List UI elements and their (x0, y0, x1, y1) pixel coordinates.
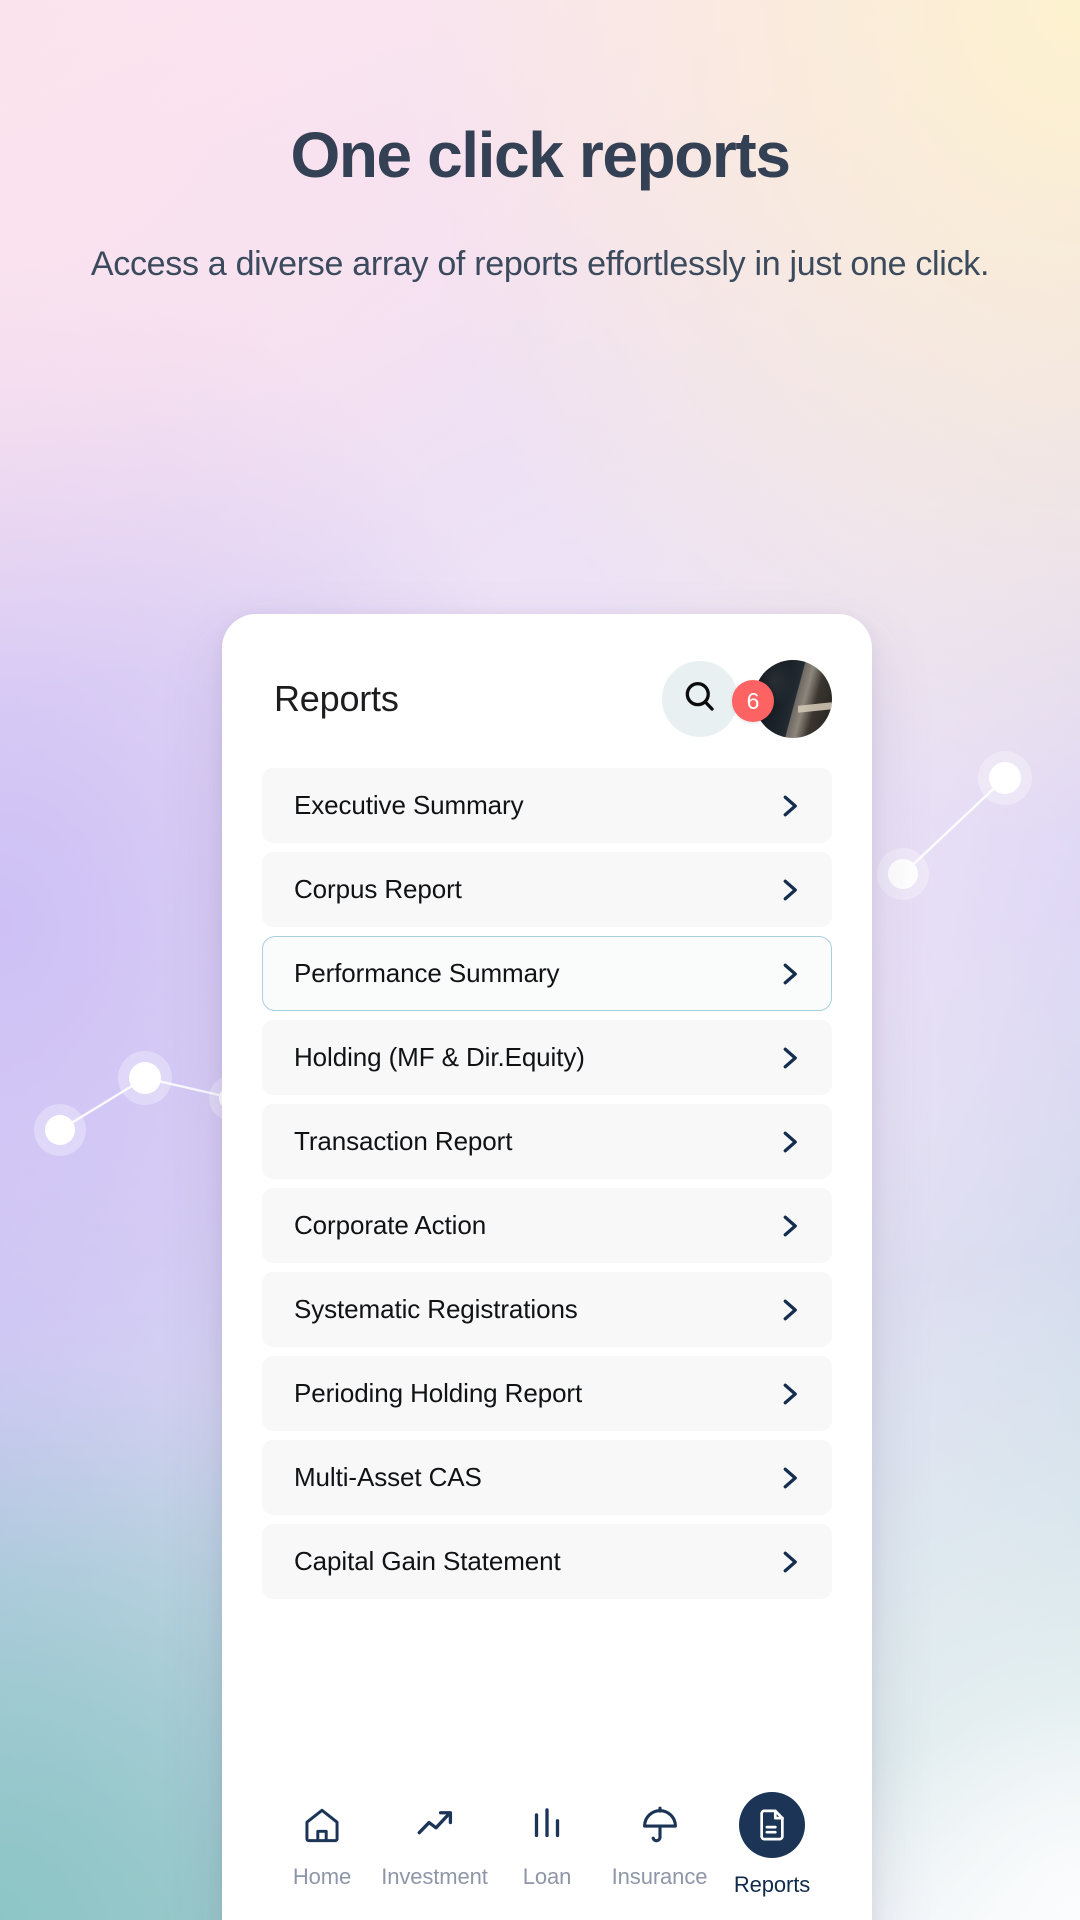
network-node (129, 1062, 161, 1094)
network-node (45, 1115, 75, 1145)
report-row-label: Transaction Report (294, 1126, 513, 1156)
chevron-right-icon[interactable] (774, 1379, 804, 1409)
phone-mockup: Reports 6 Executive Summary Corpus Report… (222, 614, 872, 1920)
hero-section: One click reports Access a diverse array… (0, 120, 1080, 289)
nav-item-label: Insurance (611, 1864, 708, 1889)
report-row[interactable]: Multi-Asset CAS (262, 1440, 832, 1515)
chevron-right-icon[interactable] (774, 1127, 804, 1157)
network-node (888, 859, 918, 889)
nav-item-investment[interactable]: Investment (381, 1800, 489, 1890)
page-subtitle: Access a diverse array of reports effort… (90, 245, 990, 284)
nav-item-reports[interactable]: Reports (718, 1792, 826, 1898)
report-row-label: Systematic Registrations (294, 1294, 578, 1324)
report-row-label: Capital Gain Statement (294, 1546, 561, 1576)
network-line (902, 777, 1006, 875)
nav-item-label: Reports (733, 1872, 811, 1897)
chevron-right-icon[interactable] (774, 1295, 804, 1325)
nav-item-label: Loan (522, 1864, 572, 1889)
network-node (989, 762, 1021, 794)
report-row[interactable]: Transaction Report (262, 1104, 832, 1179)
report-row-label: Multi-Asset CAS (294, 1462, 482, 1492)
umbrella-icon (639, 1800, 681, 1850)
report-row[interactable]: Perioding Holding Report (262, 1356, 832, 1431)
report-row-label: Corpus Report (294, 874, 462, 904)
report-row[interactable]: Corporate Action (262, 1188, 832, 1263)
network-node-glow (118, 1051, 172, 1105)
nav-item-label: Home (292, 1864, 352, 1889)
bar-chart-icon (526, 1800, 568, 1850)
report-row[interactable]: Systematic Registrations (262, 1272, 832, 1347)
chevron-right-icon[interactable] (774, 959, 804, 989)
report-row[interactable]: Capital Gain Statement (262, 1524, 832, 1599)
screen-title: Reports (274, 678, 399, 719)
trending-up-icon (414, 1800, 456, 1850)
report-row-label: Corporate Action (294, 1210, 487, 1240)
report-row[interactable]: Corpus Report (262, 852, 832, 927)
page-title: One click reports (290, 119, 790, 191)
search-icon (681, 678, 719, 721)
chevron-right-icon[interactable] (774, 1211, 804, 1241)
bottom-navigation: Home Investment Loan Insurance Reports (222, 1772, 872, 1920)
report-row[interactable]: Performance Summary (262, 936, 832, 1011)
nav-item-insurance[interactable]: Insurance (606, 1800, 714, 1890)
report-row[interactable]: Executive Summary (262, 768, 832, 843)
network-node-glow (978, 751, 1032, 805)
promo-screenshot: One click reports Access a diverse array… (0, 0, 1080, 1920)
report-row-label: Perioding Holding Report (294, 1378, 583, 1408)
notification-badge[interactable]: 6 (732, 680, 774, 722)
report-row-label: Holding (MF & Dir.Equity) (294, 1042, 585, 1072)
nav-item-home[interactable]: Home (268, 1800, 376, 1890)
chevron-right-icon[interactable] (774, 1547, 804, 1577)
chevron-right-icon[interactable] (774, 1463, 804, 1493)
document-icon (739, 1792, 805, 1858)
nav-item-label: Investment (381, 1864, 488, 1889)
report-row-label: Performance Summary (294, 958, 560, 988)
home-icon (301, 1800, 343, 1850)
reports-list: Executive Summary Corpus Report Performanc… (222, 768, 872, 1772)
profile-avatar-button[interactable]: 6 (732, 660, 832, 738)
network-line (59, 1076, 146, 1132)
chevron-right-icon[interactable] (774, 875, 804, 905)
network-node-glow (877, 848, 929, 900)
nav-item-loan[interactable]: Loan (493, 1800, 601, 1890)
network-right-cluster (877, 751, 1032, 900)
network-node-glow (34, 1104, 86, 1156)
chevron-right-icon[interactable] (774, 791, 804, 821)
report-row-label: Executive Summary (294, 790, 524, 820)
report-row[interactable]: Holding (MF & Dir.Equity) (262, 1020, 832, 1095)
search-button[interactable] (662, 661, 738, 737)
chevron-right-icon[interactable] (774, 1043, 804, 1073)
app-header: Reports 6 (222, 614, 872, 768)
network-line (144, 1076, 233, 1100)
